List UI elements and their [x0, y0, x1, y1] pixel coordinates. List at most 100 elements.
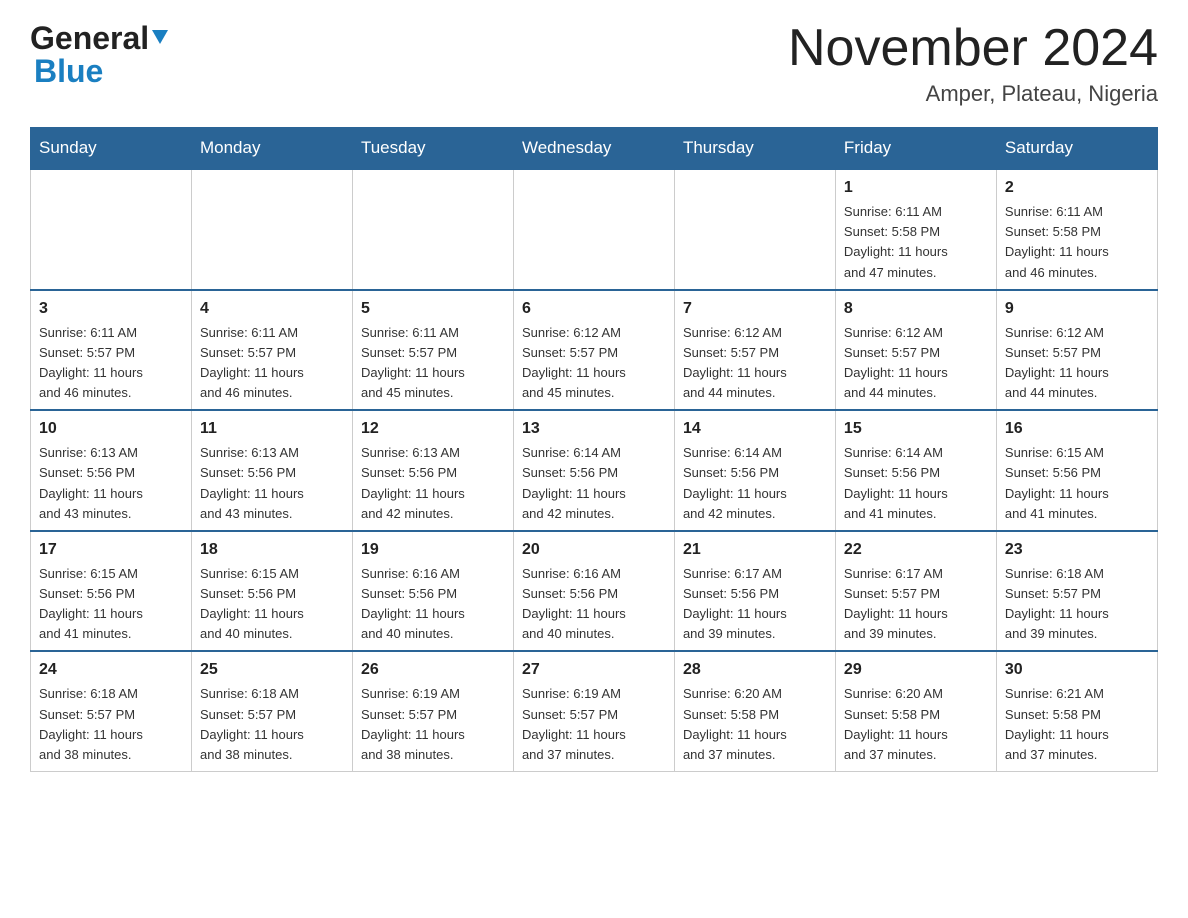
day-info: Sunrise: 6:11 AMSunset: 5:58 PMDaylight:… — [1005, 202, 1149, 283]
day-info: Sunrise: 6:16 AMSunset: 5:56 PMDaylight:… — [522, 564, 666, 645]
day-number: 8 — [844, 297, 988, 321]
table-row: 13Sunrise: 6:14 AMSunset: 5:56 PMDayligh… — [513, 410, 674, 531]
day-info: Sunrise: 6:17 AMSunset: 5:57 PMDaylight:… — [844, 564, 988, 645]
table-row: 7Sunrise: 6:12 AMSunset: 5:57 PMDaylight… — [674, 290, 835, 411]
table-row: 20Sunrise: 6:16 AMSunset: 5:56 PMDayligh… — [513, 531, 674, 652]
day-info: Sunrise: 6:15 AMSunset: 5:56 PMDaylight:… — [39, 564, 183, 645]
day-info: Sunrise: 6:12 AMSunset: 5:57 PMDaylight:… — [1005, 323, 1149, 404]
table-row — [352, 169, 513, 290]
logo-arrow-icon — [150, 26, 172, 48]
day-info: Sunrise: 6:11 AMSunset: 5:57 PMDaylight:… — [200, 323, 344, 404]
day-info: Sunrise: 6:14 AMSunset: 5:56 PMDaylight:… — [844, 443, 988, 524]
month-year-title: November 2024 — [788, 20, 1158, 77]
day-info: Sunrise: 6:20 AMSunset: 5:58 PMDaylight:… — [683, 684, 827, 765]
table-row: 16Sunrise: 6:15 AMSunset: 5:56 PMDayligh… — [996, 410, 1157, 531]
day-number: 5 — [361, 297, 505, 321]
day-number: 13 — [522, 417, 666, 441]
day-number: 9 — [1005, 297, 1149, 321]
table-row: 11Sunrise: 6:13 AMSunset: 5:56 PMDayligh… — [191, 410, 352, 531]
table-row: 15Sunrise: 6:14 AMSunset: 5:56 PMDayligh… — [835, 410, 996, 531]
table-row: 19Sunrise: 6:16 AMSunset: 5:56 PMDayligh… — [352, 531, 513, 652]
day-number: 20 — [522, 538, 666, 562]
day-number: 17 — [39, 538, 183, 562]
logo-general-text: General — [30, 20, 149, 57]
day-info: Sunrise: 6:18 AMSunset: 5:57 PMDaylight:… — [39, 684, 183, 765]
table-row — [674, 169, 835, 290]
table-row — [191, 169, 352, 290]
day-number: 10 — [39, 417, 183, 441]
day-info: Sunrise: 6:19 AMSunset: 5:57 PMDaylight:… — [522, 684, 666, 765]
day-info: Sunrise: 6:13 AMSunset: 5:56 PMDaylight:… — [39, 443, 183, 524]
table-row — [31, 169, 192, 290]
table-row: 24Sunrise: 6:18 AMSunset: 5:57 PMDayligh… — [31, 651, 192, 771]
day-number: 18 — [200, 538, 344, 562]
col-monday: Monday — [191, 128, 352, 170]
day-number: 2 — [1005, 176, 1149, 200]
table-row: 27Sunrise: 6:19 AMSunset: 5:57 PMDayligh… — [513, 651, 674, 771]
day-info: Sunrise: 6:18 AMSunset: 5:57 PMDaylight:… — [1005, 564, 1149, 645]
day-info: Sunrise: 6:11 AMSunset: 5:58 PMDaylight:… — [844, 202, 988, 283]
table-row: 29Sunrise: 6:20 AMSunset: 5:58 PMDayligh… — [835, 651, 996, 771]
day-number: 23 — [1005, 538, 1149, 562]
page-header: General Blue November 2024 Amper, Platea… — [30, 20, 1158, 107]
day-number: 19 — [361, 538, 505, 562]
table-row: 12Sunrise: 6:13 AMSunset: 5:56 PMDayligh… — [352, 410, 513, 531]
day-number: 11 — [200, 417, 344, 441]
day-info: Sunrise: 6:19 AMSunset: 5:57 PMDaylight:… — [361, 684, 505, 765]
table-row: 21Sunrise: 6:17 AMSunset: 5:56 PMDayligh… — [674, 531, 835, 652]
table-row: 14Sunrise: 6:14 AMSunset: 5:56 PMDayligh… — [674, 410, 835, 531]
day-number: 27 — [522, 658, 666, 682]
day-info: Sunrise: 6:16 AMSunset: 5:56 PMDaylight:… — [361, 564, 505, 645]
calendar-week-row: 3Sunrise: 6:11 AMSunset: 5:57 PMDaylight… — [31, 290, 1158, 411]
calendar-header-row: Sunday Monday Tuesday Wednesday Thursday… — [31, 128, 1158, 170]
day-number: 14 — [683, 417, 827, 441]
day-number: 16 — [1005, 417, 1149, 441]
table-row: 5Sunrise: 6:11 AMSunset: 5:57 PMDaylight… — [352, 290, 513, 411]
day-info: Sunrise: 6:14 AMSunset: 5:56 PMDaylight:… — [522, 443, 666, 524]
logo-blue-text: Blue — [34, 53, 103, 90]
day-number: 6 — [522, 297, 666, 321]
day-info: Sunrise: 6:12 AMSunset: 5:57 PMDaylight:… — [844, 323, 988, 404]
day-number: 29 — [844, 658, 988, 682]
day-number: 26 — [361, 658, 505, 682]
title-block: November 2024 Amper, Plateau, Nigeria — [788, 20, 1158, 107]
table-row: 10Sunrise: 6:13 AMSunset: 5:56 PMDayligh… — [31, 410, 192, 531]
calendar-week-row: 10Sunrise: 6:13 AMSunset: 5:56 PMDayligh… — [31, 410, 1158, 531]
table-row: 18Sunrise: 6:15 AMSunset: 5:56 PMDayligh… — [191, 531, 352, 652]
table-row: 9Sunrise: 6:12 AMSunset: 5:57 PMDaylight… — [996, 290, 1157, 411]
day-info: Sunrise: 6:21 AMSunset: 5:58 PMDaylight:… — [1005, 684, 1149, 765]
day-number: 28 — [683, 658, 827, 682]
table-row: 3Sunrise: 6:11 AMSunset: 5:57 PMDaylight… — [31, 290, 192, 411]
day-info: Sunrise: 6:15 AMSunset: 5:56 PMDaylight:… — [1005, 443, 1149, 524]
day-info: Sunrise: 6:17 AMSunset: 5:56 PMDaylight:… — [683, 564, 827, 645]
col-friday: Friday — [835, 128, 996, 170]
col-sunday: Sunday — [31, 128, 192, 170]
col-saturday: Saturday — [996, 128, 1157, 170]
table-row: 30Sunrise: 6:21 AMSunset: 5:58 PMDayligh… — [996, 651, 1157, 771]
day-number: 4 — [200, 297, 344, 321]
day-info: Sunrise: 6:13 AMSunset: 5:56 PMDaylight:… — [361, 443, 505, 524]
col-thursday: Thursday — [674, 128, 835, 170]
logo: General Blue — [30, 20, 172, 90]
calendar-week-row: 1Sunrise: 6:11 AMSunset: 5:58 PMDaylight… — [31, 169, 1158, 290]
day-info: Sunrise: 6:11 AMSunset: 5:57 PMDaylight:… — [39, 323, 183, 404]
day-info: Sunrise: 6:14 AMSunset: 5:56 PMDaylight:… — [683, 443, 827, 524]
col-tuesday: Tuesday — [352, 128, 513, 170]
calendar-table: Sunday Monday Tuesday Wednesday Thursday… — [30, 127, 1158, 772]
day-number: 21 — [683, 538, 827, 562]
table-row: 23Sunrise: 6:18 AMSunset: 5:57 PMDayligh… — [996, 531, 1157, 652]
day-number: 1 — [844, 176, 988, 200]
table-row: 1Sunrise: 6:11 AMSunset: 5:58 PMDaylight… — [835, 169, 996, 290]
day-number: 25 — [200, 658, 344, 682]
table-row: 2Sunrise: 6:11 AMSunset: 5:58 PMDaylight… — [996, 169, 1157, 290]
day-number: 15 — [844, 417, 988, 441]
day-number: 24 — [39, 658, 183, 682]
day-number: 30 — [1005, 658, 1149, 682]
calendar-week-row: 24Sunrise: 6:18 AMSunset: 5:57 PMDayligh… — [31, 651, 1158, 771]
day-info: Sunrise: 6:12 AMSunset: 5:57 PMDaylight:… — [683, 323, 827, 404]
table-row: 22Sunrise: 6:17 AMSunset: 5:57 PMDayligh… — [835, 531, 996, 652]
day-number: 22 — [844, 538, 988, 562]
table-row: 26Sunrise: 6:19 AMSunset: 5:57 PMDayligh… — [352, 651, 513, 771]
day-info: Sunrise: 6:11 AMSunset: 5:57 PMDaylight:… — [361, 323, 505, 404]
table-row: 8Sunrise: 6:12 AMSunset: 5:57 PMDaylight… — [835, 290, 996, 411]
